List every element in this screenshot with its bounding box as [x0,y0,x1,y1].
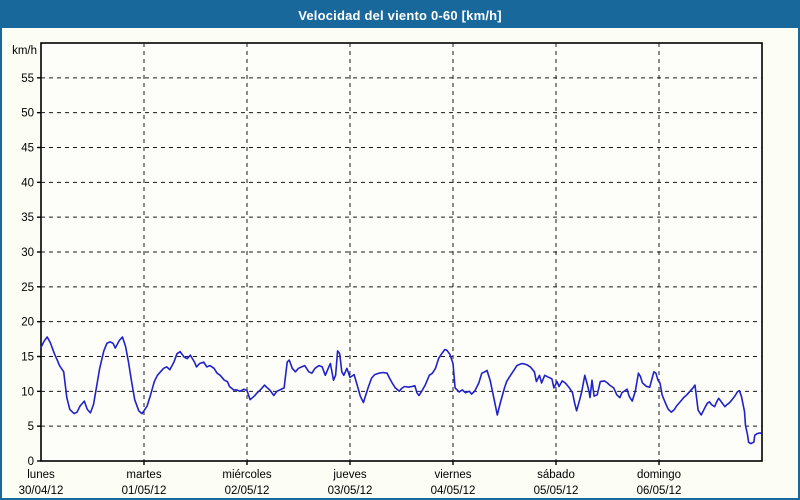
y-tick-label-10: 10 [21,386,34,398]
y-tick-label-40: 40 [21,177,34,189]
x-day-name-sábado: sábado [537,469,575,481]
x-day-name-martes: martes [126,469,161,481]
x-day-name-lunes: lunes [27,469,55,481]
x-day-name-domingo: domingo [637,469,681,481]
x-day-date-jueves: 03/05/12 [328,485,373,497]
x-day-date-martes: 01/05/12 [122,485,167,497]
x-day-date-domingo: 06/05/12 [637,485,682,497]
x-day-date-lunes: 30/04/12 [19,485,64,497]
y-tick-label-35: 35 [21,212,34,224]
x-day-name-viernes: viernes [434,469,471,481]
wind-speed-chart-window: Velocidad del viento 0-60 [km/h] 0 5 10 15 2… [0,0,800,500]
y-tick-label-50: 50 [21,108,34,120]
x-day-name-miércoles: miércoles [222,469,271,481]
y-tick-label-5: 5 [28,421,34,433]
y-tick-label-45: 45 [21,143,34,155]
x-day-date-sábado: 05/05/12 [534,485,579,497]
y-tick-label-0: 0 [28,456,34,468]
x-day-name-jueves: jueves [332,469,366,481]
y-tick-label-25: 25 [21,282,34,294]
y-tick-label-55: 55 [21,73,34,85]
y-tick-label-30: 30 [21,247,34,259]
y-axis-unit-label: km/h [12,45,37,57]
x-day-date-viernes: 04/05/12 [431,485,476,497]
y-tick-label-15: 15 [21,352,34,364]
x-day-date-miércoles: 02/05/12 [225,485,270,497]
wind-speed-plot: 0 5 10 15 20 25 30 35 40 45 50 55 km/h lunes 30/04/12 m… [12,42,763,497]
y-tick-label-20: 20 [21,317,34,329]
